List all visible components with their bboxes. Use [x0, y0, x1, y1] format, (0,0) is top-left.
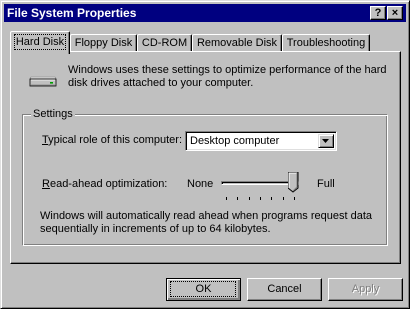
slider-tick — [237, 197, 239, 200]
file-system-properties-window: File System Properties ? × Hard Disk Flo… — [0, 0, 410, 309]
role-label: Typical role of this computer: — [42, 134, 182, 146]
tab-floppy-disk[interactable]: Floppy Disk — [70, 34, 137, 52]
apply-button-label: Apply — [351, 283, 380, 295]
focus-rect — [170, 281, 236, 297]
readahead-note: Windows will automatically read ahead wh… — [40, 210, 373, 235]
role-label-rest: ypical role of this computer: — [48, 134, 183, 146]
slider-tick — [226, 197, 227, 200]
tab-label: Floppy Disk — [74, 37, 133, 49]
readahead-slider[interactable] — [221, 170, 301, 200]
role-select-dropdown-button[interactable] — [318, 134, 334, 148]
readahead-label: Read-ahead optimization: — [42, 178, 167, 190]
hard-disk-drive-icon — [29, 76, 57, 87]
tab-label: Troubleshooting — [286, 37, 366, 49]
slider-tick — [271, 197, 273, 200]
readahead-label-rest: ead-ahead optimization: — [49, 178, 168, 190]
readahead-max-label: Full — [317, 178, 335, 190]
slider-thumb[interactable] — [288, 172, 299, 193]
apply-button[interactable]: Apply — [328, 278, 403, 301]
settings-group: Settings Typical role of this computer: … — [22, 108, 388, 246]
cancel-button-label: Cancel — [267, 283, 302, 295]
readahead-min-label: None — [187, 178, 214, 190]
intro-text: Windows uses these settings to optimize … — [68, 64, 387, 89]
role-select[interactable]: Desktop computer — [185, 131, 337, 151]
hard-disk-tab-panel: Windows uses these settings to optimize … — [10, 51, 401, 264]
slider-tick — [294, 197, 295, 200]
cancel-button[interactable]: Cancel — [247, 278, 322, 301]
tab-label: CD-ROM — [141, 37, 188, 49]
tab-troubleshooting[interactable]: Troubleshooting — [282, 34, 370, 52]
slider-tick — [282, 197, 284, 200]
ok-button[interactable]: OK — [166, 278, 241, 301]
slider-tick — [248, 197, 250, 200]
role-select-value: Desktop computer — [190, 135, 280, 147]
readahead-label-mnemonic: R — [42, 178, 50, 190]
tab-removable-disk[interactable]: Removable Disk — [192, 34, 282, 52]
settings-group-label: Settings — [31, 108, 75, 120]
tab-label: Removable Disk — [196, 37, 278, 49]
tab-hard-disk[interactable]: Hard Disk — [10, 31, 70, 54]
slider-tick — [260, 197, 261, 200]
chevron-down-icon — [322, 139, 329, 143]
tab-cd-rom[interactable]: CD-ROM — [137, 34, 192, 52]
tab-label: Hard Disk — [13, 34, 67, 50]
